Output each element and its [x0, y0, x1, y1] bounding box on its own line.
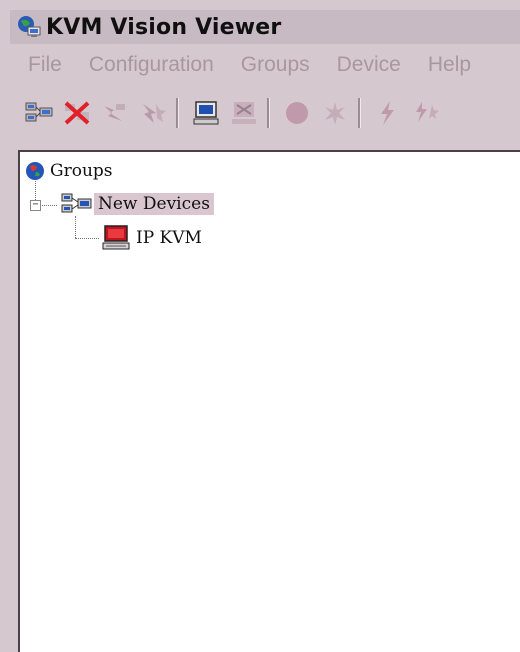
network-globe-icon	[18, 16, 41, 37]
network-group-icon	[61, 193, 92, 213]
sparkle-button[interactable]	[318, 96, 352, 130]
lightning-icon	[381, 101, 394, 125]
menu-groups[interactable]: Groups	[241, 53, 310, 77]
delete-device-icon	[232, 102, 256, 124]
menu-bar: File Configuration Groups Device Help	[10, 48, 520, 82]
toolbar-separator	[267, 98, 270, 128]
record-button[interactable]	[280, 96, 314, 130]
sparkle-icon	[325, 102, 345, 125]
menu-file[interactable]: File	[28, 53, 62, 77]
group-star-button[interactable]	[136, 96, 170, 130]
menu-configuration[interactable]: Configuration	[89, 53, 214, 77]
menu-help[interactable]: Help	[428, 53, 471, 77]
globe-icon	[26, 162, 44, 180]
toolbar	[10, 90, 520, 136]
tree-connector	[75, 216, 76, 238]
menu-device[interactable]: Device	[337, 53, 401, 77]
tree-connector	[75, 238, 99, 239]
toolbar-separator	[176, 98, 179, 128]
tree-device-ip-kvm[interactable]: IP KVM	[100, 224, 206, 252]
group-lightning-icon	[104, 104, 125, 121]
delete-device-button[interactable]	[227, 96, 261, 130]
title-bar: KVM Vision Viewer	[10, 10, 520, 44]
group-lightning-button[interactable]	[98, 96, 132, 130]
group-star-icon	[143, 104, 166, 123]
tree-group-label: New Devices	[94, 193, 214, 215]
tree-group-new-devices[interactable]: New Devices	[60, 190, 214, 218]
add-device-button[interactable]	[189, 96, 223, 130]
device-tree-panel[interactable]: − Groups New Devices IP KVM	[18, 150, 520, 652]
tree-device-label: IP KVM	[136, 228, 202, 248]
toolbar-separator	[358, 98, 361, 128]
red-computer-icon	[102, 225, 130, 250]
tree-root-groups[interactable]: Groups	[24, 157, 117, 185]
add-device-icon	[193, 101, 219, 125]
delete-group-icon	[64, 101, 90, 125]
collapse-toggle[interactable]: −	[30, 200, 41, 211]
add-group-icon	[25, 102, 53, 122]
record-dot-icon	[286, 102, 308, 124]
lightning-star-icon	[416, 102, 439, 122]
delete-group-button[interactable]	[60, 96, 94, 130]
lightning-button[interactable]	[371, 96, 405, 130]
add-group-button[interactable]	[22, 96, 56, 130]
window-title: KVM Vision Viewer	[46, 14, 282, 40]
lightning-star-button[interactable]	[409, 96, 443, 130]
tree-root-label: Groups	[50, 161, 113, 181]
